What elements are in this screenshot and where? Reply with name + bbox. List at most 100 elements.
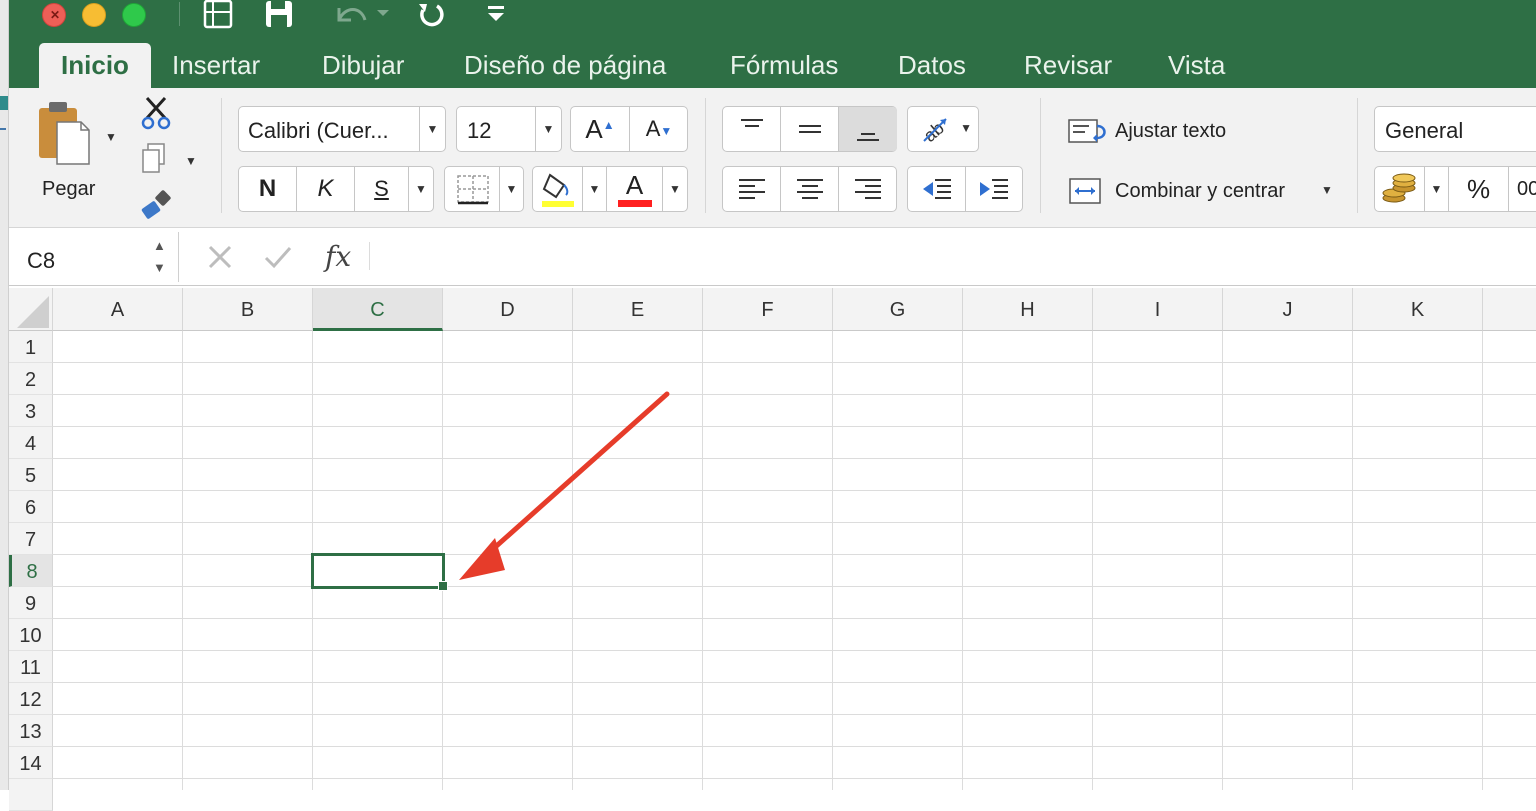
percent-button[interactable]: % <box>1449 167 1509 211</box>
wrap-text-icon <box>1068 119 1106 143</box>
bold-button[interactable]: N <box>239 167 297 211</box>
font-color-letter: A <box>625 169 644 200</box>
chevron-down-icon: ▼ <box>419 107 445 151</box>
close-icon: ✕ <box>50 8 61 22</box>
grow-font-button[interactable]: A ▲ <box>571 107 630 151</box>
paste-button[interactable]: ▼ Pegar <box>33 98 123 208</box>
save-icon[interactable] <box>263 0 299 30</box>
font-size-select[interactable]: 12 ▼ <box>456 106 562 152</box>
align-middle-icon <box>798 125 821 133</box>
number-tools-group: ▼ % 00 <box>1374 166 1536 212</box>
ribbon-separator <box>705 98 706 213</box>
copy-dropdown-arrow[interactable]: ▼ <box>185 154 197 168</box>
paste-dropdown-arrow[interactable]: ▼ <box>105 130 117 144</box>
scissors-icon[interactable] <box>137 96 177 130</box>
number-format-value: General <box>1385 118 1464 143</box>
merge-center-label: Combinar y centrar <box>1115 180 1286 202</box>
ribbon-separator <box>1357 98 1358 213</box>
undo-icon[interactable] <box>331 0 397 30</box>
quick-access-separator <box>179 2 180 26</box>
align-left-button[interactable] <box>723 167 781 211</box>
enter-check-icon[interactable] <box>263 244 293 270</box>
merge-center-icon <box>1069 178 1101 204</box>
tab-datos[interactable]: Datos <box>898 50 966 80</box>
align-middle-button[interactable] <box>781 107 839 151</box>
grow-font-letter: A <box>585 113 603 144</box>
edge-mark <box>0 128 6 132</box>
annotation-arrow <box>459 391 670 580</box>
increase-indent-button[interactable] <box>966 167 1022 211</box>
tab-diseno-pagina[interactable]: Diseño de página <box>464 50 666 80</box>
paste-label: Pegar <box>42 178 96 200</box>
borders-icon <box>457 175 489 205</box>
accounting-dropdown[interactable]: ▼ <box>1425 167 1449 211</box>
vertical-align-group <box>722 106 897 152</box>
font-color-dropdown[interactable]: ▼ <box>663 167 687 211</box>
font-color-button[interactable]: A <box>607 167 663 211</box>
highlight-swatch <box>541 201 574 207</box>
chevron-down-icon: ▼ <box>1321 183 1333 197</box>
close-window-button[interactable]: ✕ <box>42 3 66 27</box>
sheet-icon[interactable] <box>201 0 237 30</box>
tab-revisar[interactable]: Revisar <box>1024 50 1112 80</box>
copy-icon[interactable]: ▼ <box>139 142 199 176</box>
cancel-icon[interactable] <box>207 244 233 270</box>
align-center-button[interactable] <box>781 167 839 211</box>
align-left-icon <box>738 179 765 199</box>
chevron-down-icon: ▼ <box>960 121 972 135</box>
chevron-down-icon: ▼ <box>499 167 523 211</box>
align-top-icon <box>740 119 763 127</box>
number-format-select[interactable]: General <box>1374 106 1536 152</box>
edge-accent <box>0 96 8 110</box>
tab-formulas[interactable]: Fórmulas <box>730 50 838 80</box>
increase-indent-icon <box>980 179 1008 199</box>
shrink-font-button[interactable]: A ▼ <box>630 107 688 151</box>
italic-button[interactable]: K <box>297 167 355 211</box>
align-right-button[interactable] <box>839 167 897 211</box>
format-painter-icon[interactable] <box>139 188 175 224</box>
merge-center-button[interactable]: Combinar y centrar ▼ <box>1067 172 1337 208</box>
font-name-select[interactable]: Calibri (Cuer... ▼ <box>238 106 446 152</box>
accounting-format-button[interactable] <box>1375 167 1425 211</box>
align-bottom-button[interactable] <box>839 107 897 151</box>
redo-icon[interactable] <box>415 0 451 30</box>
decrease-indent-button[interactable] <box>908 167 966 211</box>
fill-color-button[interactable] <box>533 167 583 211</box>
underline-button[interactable]: S <box>355 167 409 211</box>
triangle-down-icon[interactable]: ▼ <box>153 260 166 275</box>
orientation-button[interactable]: ab ▼ <box>907 106 979 152</box>
font-color-swatch <box>617 199 652 207</box>
triangle-up-icon[interactable]: ▲ <box>153 238 166 253</box>
align-top-button[interactable] <box>723 107 781 151</box>
color-group: ▼ A ▼ <box>532 166 688 212</box>
ribbon-separator <box>221 98 222 213</box>
decrease-indent-icon <box>922 179 951 199</box>
fill-color-dropdown[interactable]: ▼ <box>583 167 607 211</box>
formula-separator <box>369 242 370 270</box>
align-bottom-icon <box>857 133 879 141</box>
tab-vista[interactable]: Vista <box>1168 50 1225 80</box>
name-box-value: C8 <box>27 248 56 273</box>
minimize-window-button[interactable] <box>82 3 106 27</box>
underline-dropdown[interactable]: ▼ <box>409 167 433 211</box>
customize-icon[interactable] <box>483 0 509 30</box>
zoom-window-button[interactable] <box>122 3 146 27</box>
shrink-font-letter: A <box>645 116 661 141</box>
spreadsheet-grid[interactable]: ABCDEFGHIJK 1 2 3 4 5 6 7 8 9 10 11 12 13 14 <box>9 288 1536 811</box>
coins-icon <box>1382 173 1415 203</box>
wrap-text-button[interactable]: Ajustar texto <box>1067 112 1267 148</box>
tab-insertar[interactable]: Insertar <box>172 50 260 80</box>
left-window-edge <box>0 0 9 790</box>
tab-dibujar[interactable]: Dibujar <box>322 50 404 80</box>
paint-bucket-icon <box>541 173 574 207</box>
wrap-text-label: Ajustar texto <box>1115 120 1227 142</box>
tab-inicio[interactable]: Inicio <box>39 43 151 88</box>
formula-input[interactable] <box>381 234 1531 278</box>
comma-style-button[interactable]: 00 <box>1509 167 1536 211</box>
name-box[interactable]: C8 ▲ ▼ <box>9 232 179 282</box>
font-size-group: A ▲ A ▼ <box>570 106 688 152</box>
triangle-up-icon: ▲ <box>602 118 615 132</box>
text-orientation-icon: ab <box>920 118 948 146</box>
borders-button[interactable]: ▼ <box>444 166 524 212</box>
insert-function-button[interactable]: fx <box>325 240 351 273</box>
